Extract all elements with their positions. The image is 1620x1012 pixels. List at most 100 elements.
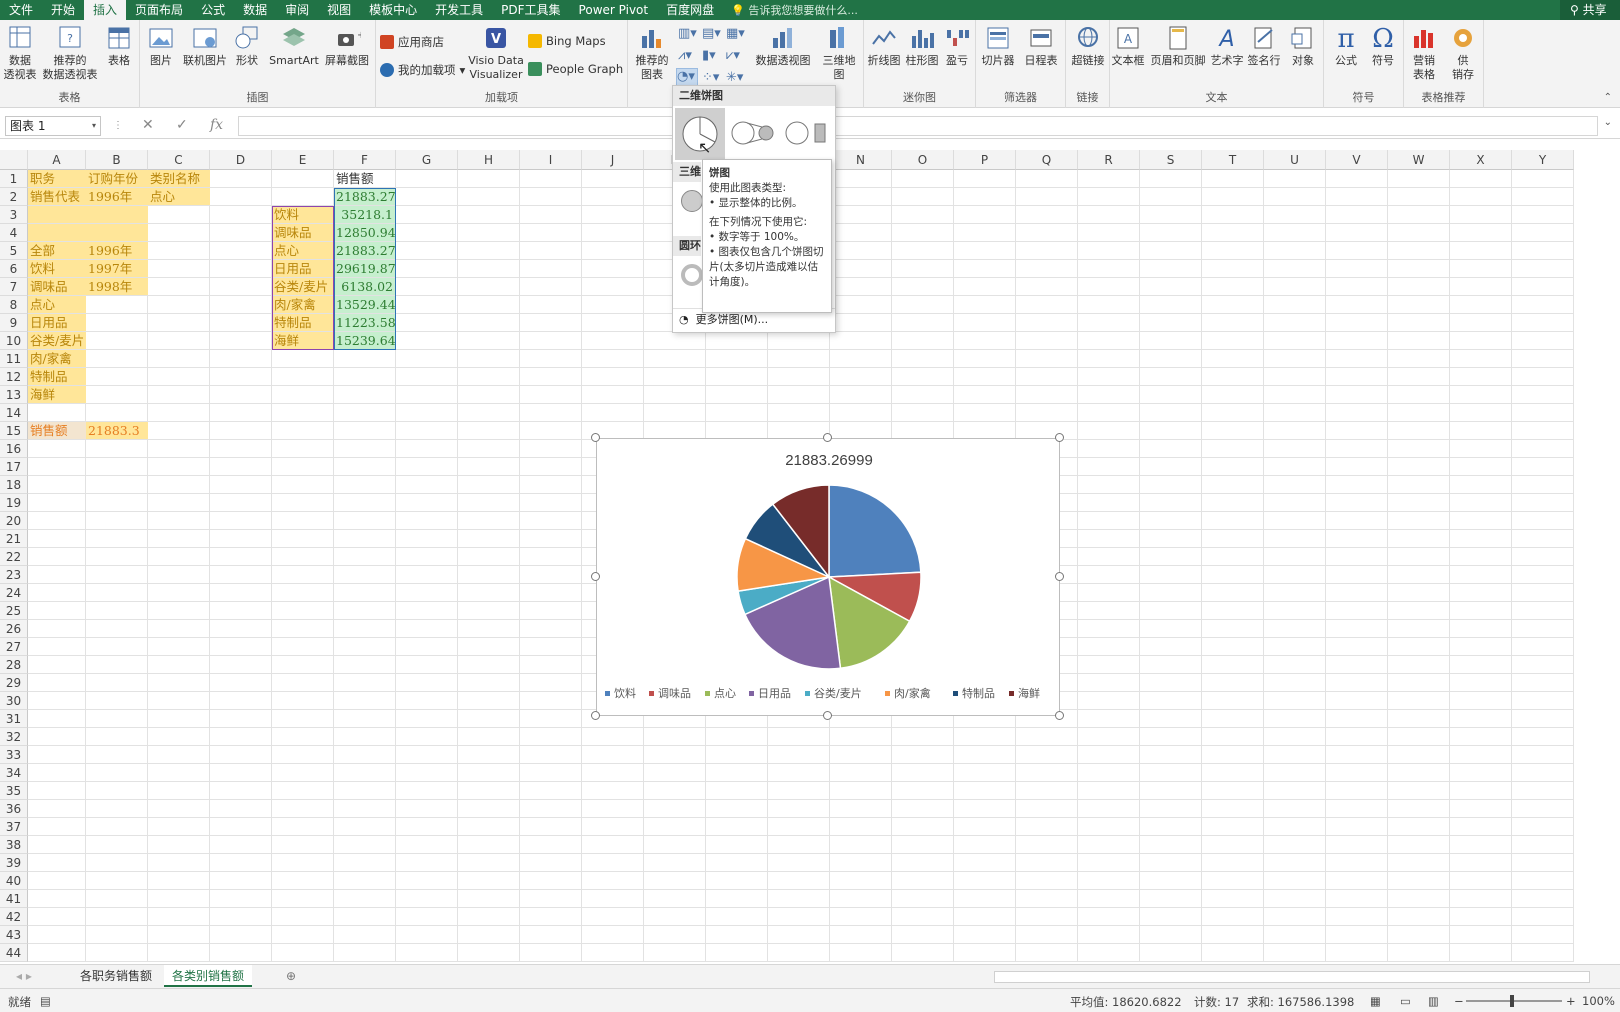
add-sheet-icon[interactable]: ⊕ — [278, 965, 304, 987]
row-header-40[interactable]: 40 — [0, 872, 28, 890]
stat-chart-icon[interactable]: ▮▾ — [702, 48, 716, 63]
prev-sheet-icon[interactable]: ◂ ▸ — [8, 965, 40, 987]
cell-A1[interactable]: 职务 — [28, 170, 86, 187]
row-header-4[interactable]: 4 — [0, 224, 28, 242]
row-header-11[interactable]: 11 — [0, 350, 28, 368]
sheet-tab-2[interactable]: 各类别销售额 — [164, 965, 253, 987]
my-addins-button[interactable]: 我的加载项 ▾ — [380, 62, 465, 78]
row-header-43[interactable]: 43 — [0, 926, 28, 944]
column-header-J[interactable]: J — [582, 150, 644, 170]
column-header-N[interactable]: N — [830, 150, 892, 170]
cell-B7[interactable]: 1998年 — [86, 278, 148, 295]
row-header-39[interactable]: 39 — [0, 854, 28, 872]
waterfall-chart-icon[interactable]: ▦▾ — [726, 26, 745, 41]
screenshot-button[interactable]: + 屏幕截图 — [322, 24, 372, 68]
column-header-B[interactable]: B — [86, 150, 148, 170]
row-header-6[interactable]: 6 — [0, 260, 28, 278]
cell-A10[interactable]: 谷类/麦片 — [28, 332, 86, 349]
pivot-table-button[interactable]: 数据 透视表 — [2, 24, 38, 82]
row-header-16[interactable]: 16 — [0, 440, 28, 458]
combo-chart-icon[interactable]: ⩗▾ — [726, 48, 740, 63]
row-header-42[interactable]: 42 — [0, 908, 28, 926]
shapes-button[interactable]: 形状 — [232, 24, 262, 68]
row-header-18[interactable]: 18 — [0, 476, 28, 494]
expand-formula-icon[interactable]: ⌄ — [1604, 117, 1612, 128]
recommended-charts-button[interactable]: 推荐的 图表 — [632, 24, 672, 82]
menu-tab-8[interactable]: 模板中心 — [360, 0, 426, 20]
row-header-5[interactable]: 5 — [0, 242, 28, 260]
cell-A9[interactable]: 日用品 — [28, 314, 86, 331]
slicer-button[interactable]: 切片器 — [978, 24, 1018, 68]
enter-icon[interactable]: ✓ — [176, 117, 188, 133]
chart-resize-handle[interactable] — [1055, 711, 1064, 720]
marketing-table-button[interactable]: 营销 表格 — [1406, 24, 1442, 82]
column-header-F[interactable]: F — [334, 150, 396, 170]
row-header-23[interactable]: 23 — [0, 566, 28, 584]
menu-tab-4[interactable]: 公式 — [192, 0, 234, 20]
cell-B1[interactable]: 订购年份 — [86, 170, 148, 187]
menu-tab-1[interactable]: 开始 — [42, 0, 84, 20]
row-header-35[interactable]: 35 — [0, 782, 28, 800]
legend-label-1[interactable]: 调味品 — [658, 687, 691, 700]
row-header-27[interactable]: 27 — [0, 638, 28, 656]
signature-button[interactable]: 签名行 — [1246, 24, 1282, 68]
page-break-icon[interactable]: ▥ — [1428, 994, 1439, 1008]
legend-label-7[interactable]: 海鲜 — [1018, 686, 1040, 700]
cell-F1[interactable]: 销售额 — [334, 170, 396, 187]
row-header-19[interactable]: 19 — [0, 494, 28, 512]
column-header-E[interactable]: E — [272, 150, 334, 170]
row-header-13[interactable]: 13 — [0, 386, 28, 404]
menu-tab-2[interactable]: 插入 — [84, 0, 127, 20]
menu-tab-7[interactable]: 视图 — [318, 0, 360, 20]
row-header-8[interactable]: 8 — [0, 296, 28, 314]
name-box[interactable]: 图表 1 ▾ — [5, 116, 101, 136]
zoom-thumb[interactable] — [1510, 995, 1514, 1007]
scatter-chart-icon[interactable]: ⁘▾ — [702, 70, 719, 85]
column-header-S[interactable]: S — [1140, 150, 1202, 170]
legend-label-6[interactable]: 特制品 — [962, 686, 995, 700]
column-header-V[interactable]: V — [1326, 150, 1388, 170]
cell-A15[interactable]: 销售额 — [28, 422, 86, 439]
legend-label-3[interactable]: 日用品 — [758, 687, 791, 700]
row-header-34[interactable]: 34 — [0, 764, 28, 782]
supply-button[interactable]: 供 销存 — [1446, 24, 1480, 82]
cell-A13[interactable]: 海鲜 — [28, 386, 86, 403]
normal-view-icon[interactable]: ▦ — [1370, 994, 1381, 1008]
object-button[interactable]: 对象 — [1286, 24, 1320, 68]
cell-B2[interactable]: 1996年 — [86, 188, 148, 205]
line-chart-icon[interactable]: ⩘▾ — [678, 48, 692, 63]
column-header-H[interactable]: H — [458, 150, 520, 170]
hierarchy-chart-icon[interactable]: ▤▾ — [702, 26, 721, 41]
smartart-button[interactable]: SmartArt — [268, 24, 320, 68]
chart-resize-handle[interactable] — [823, 711, 832, 720]
zoom-in-icon[interactable]: + — [1566, 994, 1576, 1008]
legend-label-2[interactable]: 点心 — [714, 687, 736, 700]
equation-button[interactable]: π 公式 — [1328, 24, 1364, 68]
chart-resize-handle[interactable] — [1055, 572, 1064, 581]
column-header-O[interactable]: O — [892, 150, 954, 170]
column-header-P[interactable]: P — [954, 150, 1016, 170]
cell-B6[interactable]: 1997年 — [86, 260, 148, 277]
chart-resize-handle[interactable] — [591, 572, 600, 581]
bing-maps-button[interactable]: Bing Maps — [528, 34, 606, 48]
cell-A2[interactable]: 销售代表 — [28, 188, 86, 205]
horizontal-scrollbar[interactable] — [994, 971, 1590, 983]
menu-tab-0[interactable]: 文件 — [0, 0, 42, 20]
legend-label-0[interactable]: 饮料 — [614, 686, 636, 700]
column-header-Y[interactable]: Y — [1512, 150, 1574, 170]
column-header-G[interactable]: G — [396, 150, 458, 170]
row-header-28[interactable]: 28 — [0, 656, 28, 674]
sparkline-column-button[interactable]: 柱形图 — [904, 24, 940, 68]
picture-button[interactable]: 图片 — [146, 24, 176, 68]
cancel-icon[interactable]: ✕ — [142, 117, 154, 133]
row-header-37[interactable]: 37 — [0, 818, 28, 836]
legend-label-5[interactable]: 肉/家禽 — [894, 686, 931, 700]
menu-tab-11[interactable]: Power Pivot — [570, 0, 658, 20]
row-header-7[interactable]: 7 — [0, 278, 28, 296]
select-all-corner[interactable] — [0, 150, 28, 170]
cell-B15[interactable]: 21883.3 — [86, 422, 148, 439]
row-header-24[interactable]: 24 — [0, 584, 28, 602]
column-header-A[interactable]: A — [28, 150, 86, 170]
column-header-U[interactable]: U — [1264, 150, 1326, 170]
hyperlink-button[interactable]: 超链接 — [1068, 24, 1108, 68]
